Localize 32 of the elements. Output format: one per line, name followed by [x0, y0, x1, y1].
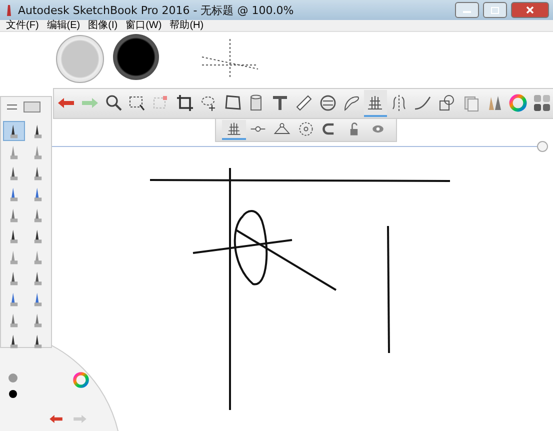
vanishing-point-icon [297, 120, 315, 138]
close-icon [526, 6, 534, 14]
swatches-icon [532, 92, 552, 112]
panel-icon[interactable] [23, 101, 41, 113]
color-wheel-icon[interactable] [72, 371, 90, 389]
pencil-icon [4, 4, 14, 16]
crosshair-icon [200, 39, 260, 79]
color-wheel-icon [508, 92, 528, 112]
maximize-icon [491, 6, 499, 14]
color-puck[interactable] [113, 34, 159, 80]
window-title: Autodesk SketchBook Pro 2016 - 无标题 @ 100.0% [18, 2, 295, 18]
menu-item[interactable]: 窗口(W) [126, 20, 162, 31]
menu-item[interactable]: 帮助(H) [170, 20, 204, 31]
grid-icon [225, 120, 243, 138]
brush-button[interactable] [3, 121, 25, 141]
menu-item[interactable]: 图像(I) [88, 20, 118, 31]
close-button[interactable] [511, 2, 549, 18]
shape-icon [436, 92, 457, 112]
zoom-icon [104, 92, 124, 112]
ellipse-icon [318, 92, 338, 112]
minimize-button[interactable] [455, 2, 479, 18]
dot-icon[interactable] [9, 390, 17, 398]
brush-size-icon[interactable] [8, 373, 18, 383]
toolbar-button[interactable] [364, 90, 388, 117]
menu-item[interactable]: 文件(F) [6, 20, 39, 31]
handle-icon[interactable] [537, 141, 548, 152]
ruler-icon [294, 92, 314, 112]
crop-icon [174, 92, 195, 112]
maximize-button[interactable] [483, 2, 507, 18]
toolbar-button[interactable] [222, 120, 246, 140]
distort-icon [222, 92, 243, 112]
menu-item[interactable]: 编辑(E) [46, 20, 80, 31]
